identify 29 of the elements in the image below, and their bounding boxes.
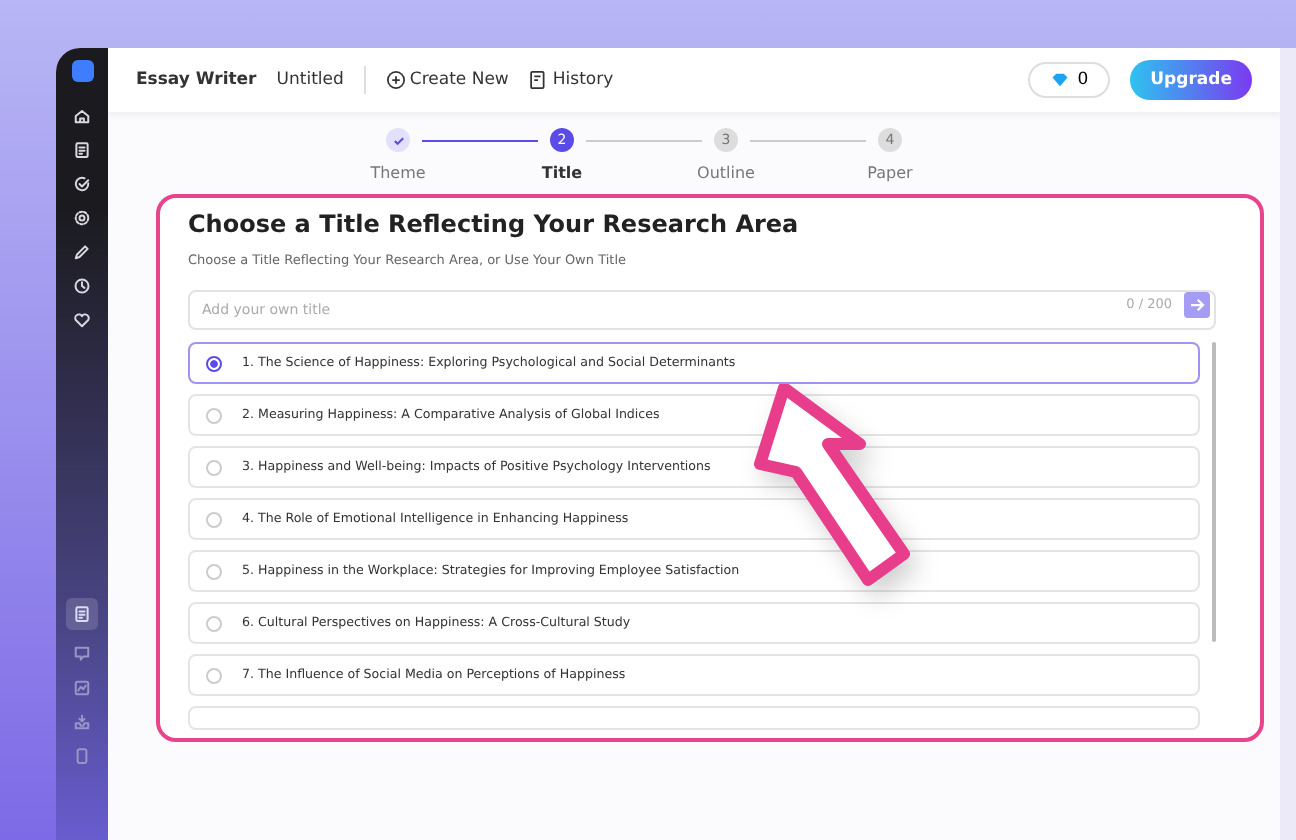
check-circle-icon[interactable]: [72, 174, 92, 194]
heart-icon[interactable]: [72, 310, 92, 330]
create-new-button[interactable]: Create New: [385, 70, 509, 90]
document-icon[interactable]: [66, 598, 98, 630]
chat-icon[interactable]: [72, 644, 92, 664]
app-name: Essay Writer: [136, 70, 257, 90]
inbox-icon[interactable]: [72, 712, 92, 732]
credits-button[interactable]: 0: [1027, 62, 1111, 98]
document-icon: [528, 70, 549, 90]
step-label: Outline: [697, 164, 755, 182]
plus-circle-icon: [385, 70, 406, 90]
step-label: Title: [541, 164, 583, 182]
history-icon[interactable]: [72, 276, 92, 296]
card-title: Choose a Title Reflecting Your Research Area: [188, 210, 801, 238]
pencil-icon[interactable]: [72, 242, 92, 262]
submit-arrow-icon[interactable]: [1184, 291, 1210, 317]
document-name: Untitled: [276, 70, 344, 90]
step-label: Paper: [867, 164, 913, 182]
home-icon[interactable]: [72, 106, 92, 126]
scrollbar[interactable]: [1212, 342, 1216, 642]
phone-icon[interactable]: [72, 746, 92, 766]
logo-icon: [71, 60, 93, 82]
upgrade-button[interactable]: Upgrade: [1130, 60, 1252, 100]
document-icon[interactable]: [72, 140, 92, 160]
radio-button[interactable]: [206, 355, 222, 371]
history-button[interactable]: History: [528, 70, 614, 90]
chart-icon[interactable]: [72, 678, 92, 698]
step-label: Theme: [370, 164, 426, 182]
diamond-icon: [1049, 70, 1070, 90]
